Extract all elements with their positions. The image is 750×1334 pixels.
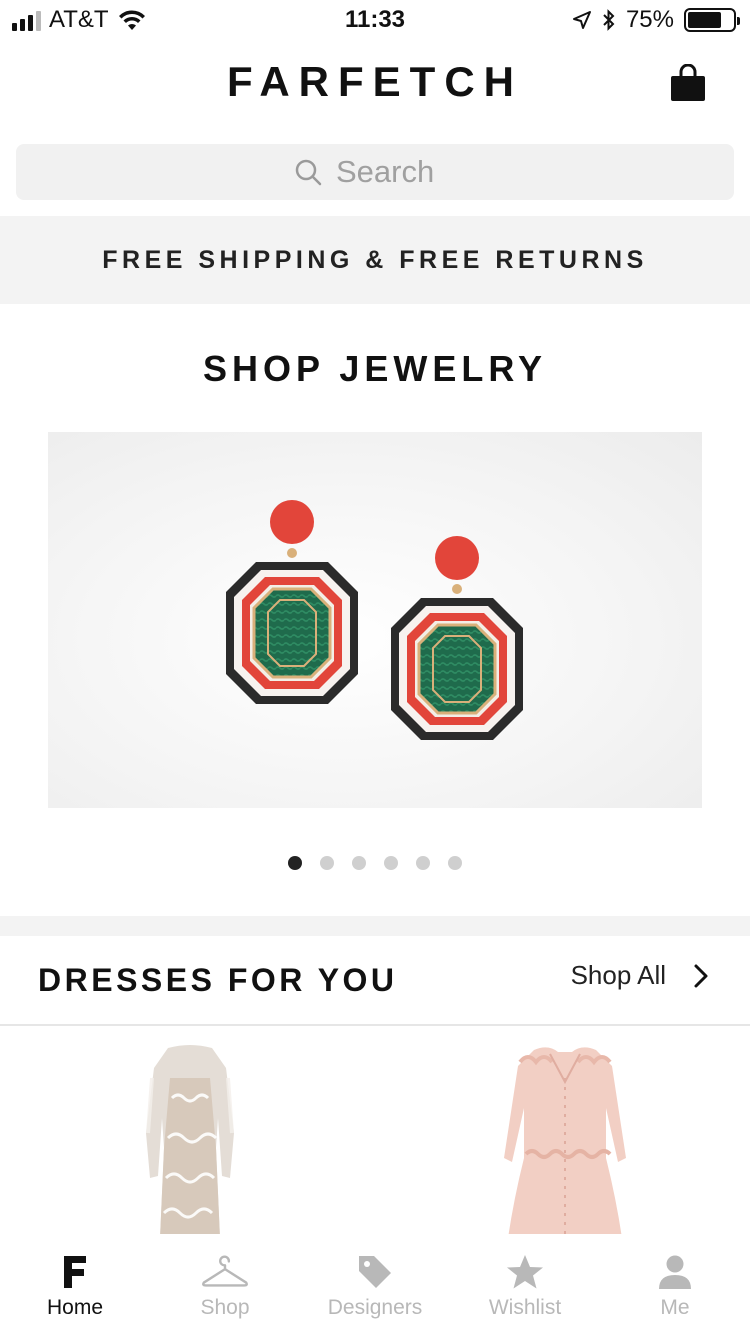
dresses-product-row (0, 1028, 750, 1238)
earrings-image (226, 500, 523, 740)
product-image-lace-dress[interactable] (130, 1038, 250, 1238)
carousel-dot[interactable] (288, 856, 302, 870)
tab-label: Designers (327, 1296, 423, 1319)
shop-jewelry-title: SHOP JEWELRY (202, 348, 548, 389)
product-image-pink-dress[interactable] (490, 1038, 640, 1238)
tag-icon (351, 1252, 399, 1292)
promo-banner[interactable]: FREE SHIPPING & FREE RETURNS (0, 216, 750, 304)
chevron-right-icon (694, 964, 708, 987)
tab-me[interactable]: Me (600, 1234, 750, 1334)
tab-label: Wishlist (488, 1296, 562, 1319)
right-earring (391, 536, 523, 740)
carousel-dot[interactable] (384, 856, 398, 870)
carousel-dot[interactable] (320, 856, 334, 870)
bottom-tab-bar: Home Shop Designers Wishlist Me (0, 1234, 750, 1334)
app-header: FARFETCH (0, 40, 750, 130)
shop-all-button[interactable]: Shop All (571, 960, 710, 991)
hero-banner-image[interactable] (48, 432, 702, 808)
left-earring (226, 500, 358, 704)
carousel-dot[interactable] (352, 856, 366, 870)
status-right: 75% (572, 6, 740, 34)
carousel-dot[interactable] (448, 856, 462, 870)
carousel-pagination[interactable] (0, 856, 750, 870)
farfetch-f-icon (51, 1252, 99, 1292)
bluetooth-icon (603, 9, 615, 31)
person-icon (651, 1252, 699, 1292)
dresses-title: DRESSES FOR YOU (38, 962, 398, 998)
tab-label: Shop (200, 1296, 250, 1319)
search-icon (295, 159, 322, 186)
tab-home[interactable]: Home (0, 1234, 150, 1334)
hanger-icon (201, 1252, 249, 1292)
battery-fill (688, 12, 721, 28)
shopping-bag-icon[interactable] (670, 64, 706, 102)
tab-label: Me (660, 1296, 690, 1319)
promo-text: FREE SHIPPING & FREE RETURNS (102, 245, 648, 274)
carousel-dot[interactable] (416, 856, 430, 870)
section-divider (0, 916, 750, 936)
dresses-section-header: DRESSES FOR YOU Shop All (0, 936, 750, 1026)
shop-all-label: Shop All (570, 960, 666, 990)
search-input[interactable] (336, 154, 456, 190)
battery-icon (684, 8, 740, 32)
location-arrow-icon (572, 11, 591, 29)
tab-shop[interactable]: Shop (150, 1234, 300, 1334)
tab-wishlist[interactable]: Wishlist (450, 1234, 600, 1334)
tab-label: Home (46, 1296, 104, 1319)
status-bar: AT&T 11:33 75% (0, 0, 750, 40)
battery-percent: 75% (625, 6, 674, 33)
tab-designers[interactable]: Designers (300, 1234, 450, 1334)
search-bar[interactable] (16, 144, 734, 200)
farfetch-logo[interactable]: FARFETCH (0, 58, 750, 106)
star-icon (501, 1252, 549, 1292)
